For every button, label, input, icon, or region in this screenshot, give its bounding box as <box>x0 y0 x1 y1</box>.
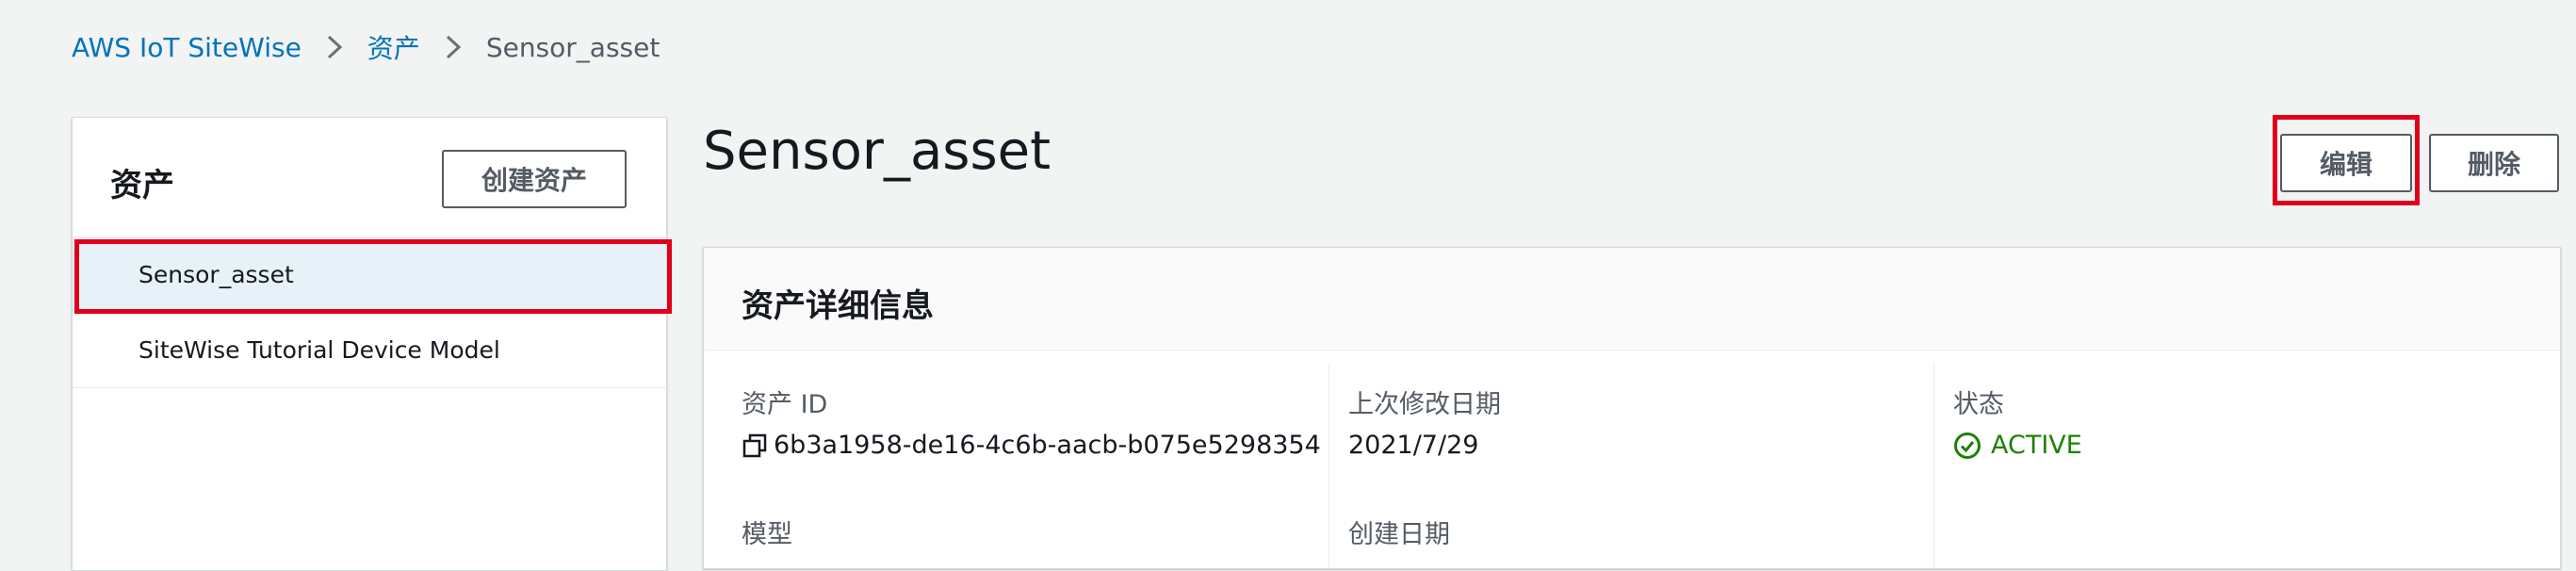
breadcrumb-current: Sensor_asset <box>485 31 660 63</box>
asset-list-item-label: SiteWise Tutorial Device Model <box>139 336 500 364</box>
edit-button[interactable]: 编辑 <box>2280 134 2412 192</box>
column-divider <box>1933 363 1934 568</box>
breadcrumb-root-link[interactable]: AWS IoT SiteWise <box>72 32 302 63</box>
breadcrumb: AWS IoT SiteWise 资产 Sensor_asset <box>72 28 660 66</box>
assets-panel-header: 资产 创建资产 <box>73 118 666 237</box>
chevron-right-icon <box>302 34 367 60</box>
assets-panel: 资产 创建资产 Sensor_asset SiteWise Tutorial D… <box>72 117 672 571</box>
last-modified-label: 上次修改日期 <box>1348 390 1501 419</box>
asset-id-value-row: 6b3a1958-de16-4c6b-aacb-b075e5298354 <box>742 431 1321 460</box>
check-circle-icon <box>1953 432 1981 460</box>
last-modified-value: 2021/7/29 <box>1348 431 1479 460</box>
delete-button[interactable]: 删除 <box>2429 134 2559 192</box>
copy-icon[interactable] <box>742 432 768 459</box>
created-date-label: 创建日期 <box>1348 520 1450 549</box>
asset-details-header: 资产详细信息 <box>704 248 2560 351</box>
asset-id-value: 6b3a1958-de16-4c6b-aacb-b075e5298354 <box>774 431 1321 460</box>
selection-highlight <box>74 239 672 314</box>
asset-details-title: 资产详细信息 <box>742 287 934 325</box>
status-label: 状态 <box>1953 390 2004 419</box>
status-value-row: ACTIVE <box>1953 431 2082 460</box>
asset-id-label: 资产 ID <box>742 390 828 419</box>
model-label: 模型 <box>742 520 792 549</box>
breadcrumb-assets-link[interactable]: 资产 <box>367 28 420 66</box>
assets-panel-title: 资产 <box>110 167 174 204</box>
asset-list-item-sitewise-tutorial[interactable]: SiteWise Tutorial Device Model <box>73 313 666 388</box>
chevron-right-icon <box>420 34 486 60</box>
asset-details-panel: 资产详细信息 资产 ID 6b3a1958-de16-4c6b-aacb-b07… <box>703 247 2561 569</box>
page-title: Sensor_asset <box>703 121 1052 182</box>
create-asset-button[interactable]: 创建资产 <box>442 150 627 208</box>
asset-list-item-sensor-asset[interactable]: Sensor_asset <box>73 237 672 314</box>
status-value: ACTIVE <box>1991 431 2082 460</box>
